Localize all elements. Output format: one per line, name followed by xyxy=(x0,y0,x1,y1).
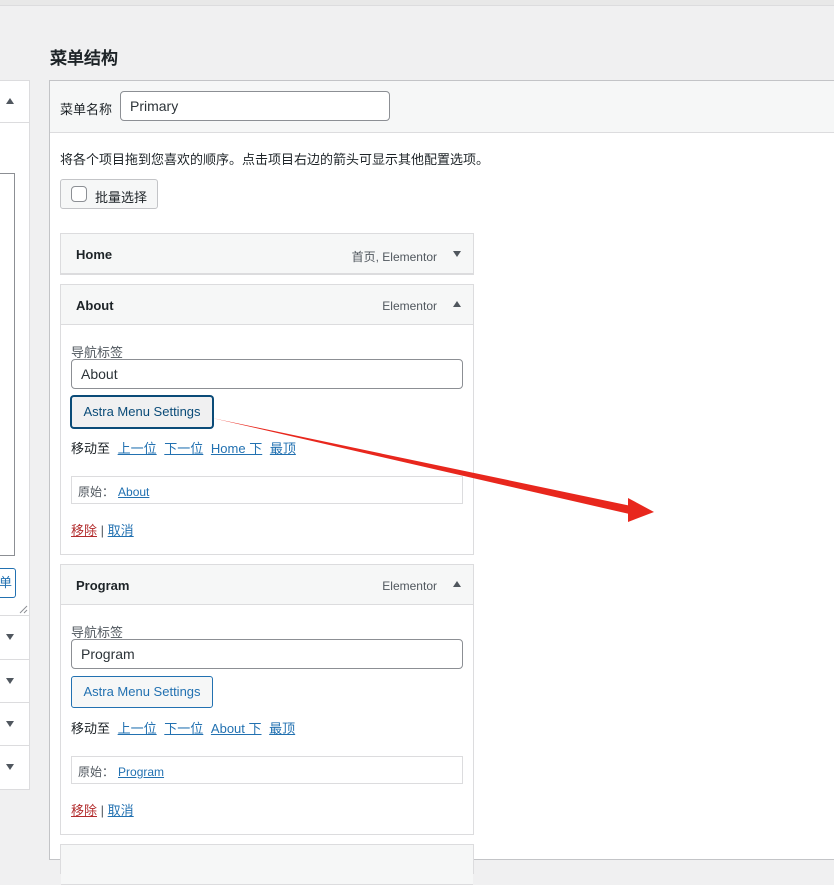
move-under-link[interactable]: About 下 xyxy=(211,721,262,736)
collapse-arrow-icon[interactable] xyxy=(6,98,14,104)
menu-structure-box: 菜单名称 将各个项目拖到您喜欢的顺序。点击项目右边的箭头可显示其他配置选项。 批… xyxy=(49,80,834,885)
collapse-arrow-icon[interactable] xyxy=(453,581,461,587)
move-down-link[interactable]: 下一位 xyxy=(164,721,203,736)
menu-item-next[interactable] xyxy=(60,844,474,885)
bulk-select-checkbox[interactable] xyxy=(71,186,87,202)
left-panel-section[interactable] xyxy=(0,659,29,703)
page-title: 菜单结构 xyxy=(50,49,118,68)
left-panel-section[interactable] xyxy=(0,702,29,746)
expand-arrow-icon[interactable] xyxy=(6,721,14,727)
menu-name-label: 菜单名称 xyxy=(60,102,113,117)
menu-item-bar[interactable]: Home 首页, Elementor xyxy=(61,234,473,274)
expand-arrow-icon[interactable] xyxy=(453,251,461,257)
left-panel-section[interactable] xyxy=(0,745,29,789)
move-under-link[interactable]: Home 下 xyxy=(211,441,262,456)
move-to-row: 移动至 上一位 下一位 About 下 最顶 xyxy=(71,718,295,737)
bulk-select-button[interactable]: 批量选择 xyxy=(60,179,158,209)
menu-item-title: Program xyxy=(76,578,130,593)
menu-item-type: Elementor xyxy=(382,579,437,593)
expand-arrow-icon[interactable] xyxy=(6,678,14,684)
resize-handle-icon[interactable] xyxy=(19,605,28,614)
original-box: 原始： Program xyxy=(71,756,463,784)
help-text: 将各个项目拖到您喜欢的顺序。点击项目右边的箭头可显示其他配置选项。 xyxy=(60,152,490,167)
cancel-link[interactable]: 取消 xyxy=(108,523,134,538)
menu-item-title: About xyxy=(76,298,114,313)
remove-link[interactable]: 移除 xyxy=(71,803,97,818)
move-to-label: 移动至 xyxy=(71,441,111,456)
top-border xyxy=(0,0,834,6)
original-label: 原始： xyxy=(78,765,115,779)
add-to-menu-button[interactable]: 单 xyxy=(0,568,16,598)
bulk-select-label: 批量选择 xyxy=(95,190,148,205)
item-actions: 移除 | 取消 xyxy=(71,520,134,539)
left-panel-section[interactable] xyxy=(0,615,29,659)
expand-arrow-icon[interactable] xyxy=(6,634,14,640)
menu-name-input[interactable] xyxy=(120,91,390,121)
menu-name-row: 菜单名称 xyxy=(50,81,834,133)
astra-menu-settings-button[interactable]: Astra Menu Settings xyxy=(71,396,213,428)
menu-item-bar[interactable] xyxy=(61,845,473,885)
move-up-link[interactable]: 上一位 xyxy=(118,441,157,456)
expand-arrow-icon[interactable] xyxy=(6,764,14,770)
original-link[interactable]: About xyxy=(118,485,149,499)
left-panel-textarea[interactable] xyxy=(0,173,15,556)
menu-item-bar[interactable]: Program Elementor xyxy=(61,565,473,605)
move-up-link[interactable]: 上一位 xyxy=(118,721,157,736)
original-label: 原始： xyxy=(78,485,115,499)
left-panel: 单 xyxy=(0,80,30,790)
cancel-link[interactable]: 取消 xyxy=(108,803,134,818)
menu-item-title: Home xyxy=(76,247,113,262)
menu-item-program: Program Elementor 导航标签 Astra Menu Settin… xyxy=(60,564,474,835)
separator: | xyxy=(100,523,105,538)
menu-item-type: Elementor xyxy=(382,299,437,313)
left-panel-header[interactable] xyxy=(0,81,29,123)
astra-menu-settings-button[interactable]: Astra Menu Settings xyxy=(71,676,213,708)
item-actions: 移除 | 取消 xyxy=(71,800,134,819)
original-box: 原始： About xyxy=(71,476,463,504)
remove-link[interactable]: 移除 xyxy=(71,523,97,538)
menu-item-home[interactable]: Home 首页, Elementor xyxy=(60,233,474,275)
original-link[interactable]: Program xyxy=(118,765,164,779)
move-top-link[interactable]: 最顶 xyxy=(270,441,296,456)
nav-label-input[interactable] xyxy=(71,639,463,669)
move-top-link[interactable]: 最顶 xyxy=(269,721,295,736)
nav-label-input[interactable] xyxy=(71,359,463,389)
move-down-link[interactable]: 下一位 xyxy=(164,441,203,456)
separator: | xyxy=(100,803,105,818)
move-to-label: 移动至 xyxy=(71,721,111,736)
menu-item-type: 首页, Elementor xyxy=(351,250,437,264)
menu-item-bar[interactable]: About Elementor xyxy=(61,285,473,325)
menu-item-about: About Elementor 导航标签 Astra Menu Settings… xyxy=(60,284,474,555)
collapse-arrow-icon[interactable] xyxy=(453,301,461,307)
move-to-row: 移动至 上一位 下一位 Home 下 最顶 xyxy=(71,438,296,457)
